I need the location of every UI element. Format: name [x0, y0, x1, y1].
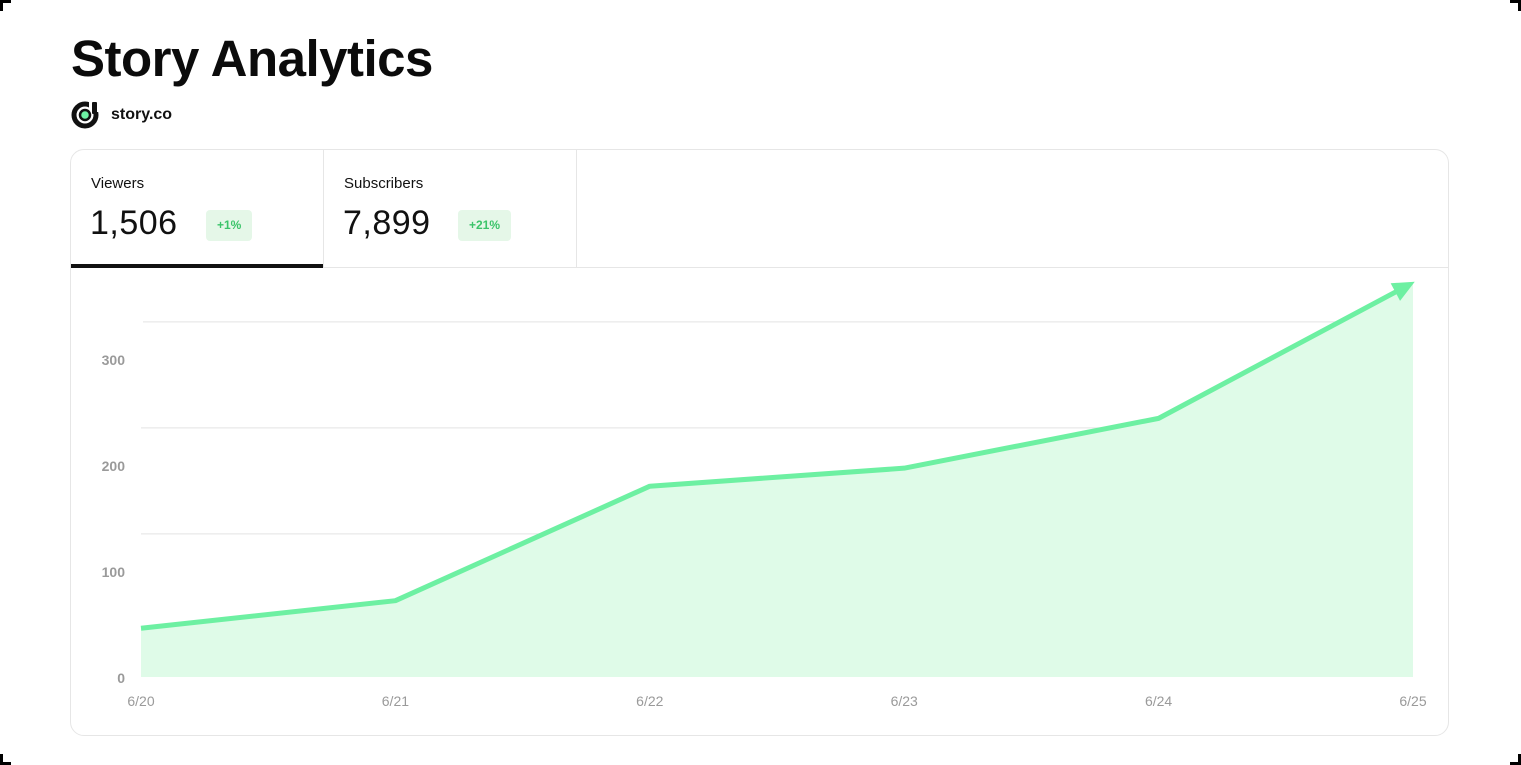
x-tick-label: 6/25 — [1399, 693, 1426, 709]
series-area — [141, 282, 1413, 677]
corner-mark — [1510, 754, 1521, 765]
brand-name: story.co — [111, 106, 173, 123]
corner-mark — [0, 754, 11, 765]
y-axis-ticks: 0 100 200 300 — [102, 352, 126, 686]
y-tick-label: 300 — [102, 352, 126, 368]
analytics-card: Viewers 1,506 +1% Subscribers 7,899 +21%… — [70, 149, 1449, 736]
x-tick-label: 6/23 — [891, 693, 918, 709]
x-axis-ticks: 6/20 6/21 6/22 6/23 6/24 6/25 — [127, 693, 1426, 709]
brand: story.co — [71, 101, 172, 129]
x-tick-label: 6/20 — [127, 693, 154, 709]
y-tick-label: 200 — [102, 458, 126, 474]
page-title: Story Analytics — [71, 30, 433, 87]
story-logo-icon — [71, 101, 99, 129]
y-tick-label: 0 — [117, 670, 125, 686]
analytics-page: Story Analytics story.co Viewers 1,506 +… — [0, 0, 1521, 765]
x-tick-label: 6/24 — [1145, 693, 1172, 709]
x-tick-label: 6/22 — [636, 693, 663, 709]
x-tick-label: 6/21 — [382, 693, 409, 709]
corner-mark — [0, 0, 11, 11]
viewers-area-chart: 0 100 200 300 6/20 6/21 6/22 6/23 6/24 6/25 — [102, 281, 1427, 709]
corner-mark — [1510, 0, 1521, 11]
y-tick-label: 100 — [102, 564, 126, 580]
